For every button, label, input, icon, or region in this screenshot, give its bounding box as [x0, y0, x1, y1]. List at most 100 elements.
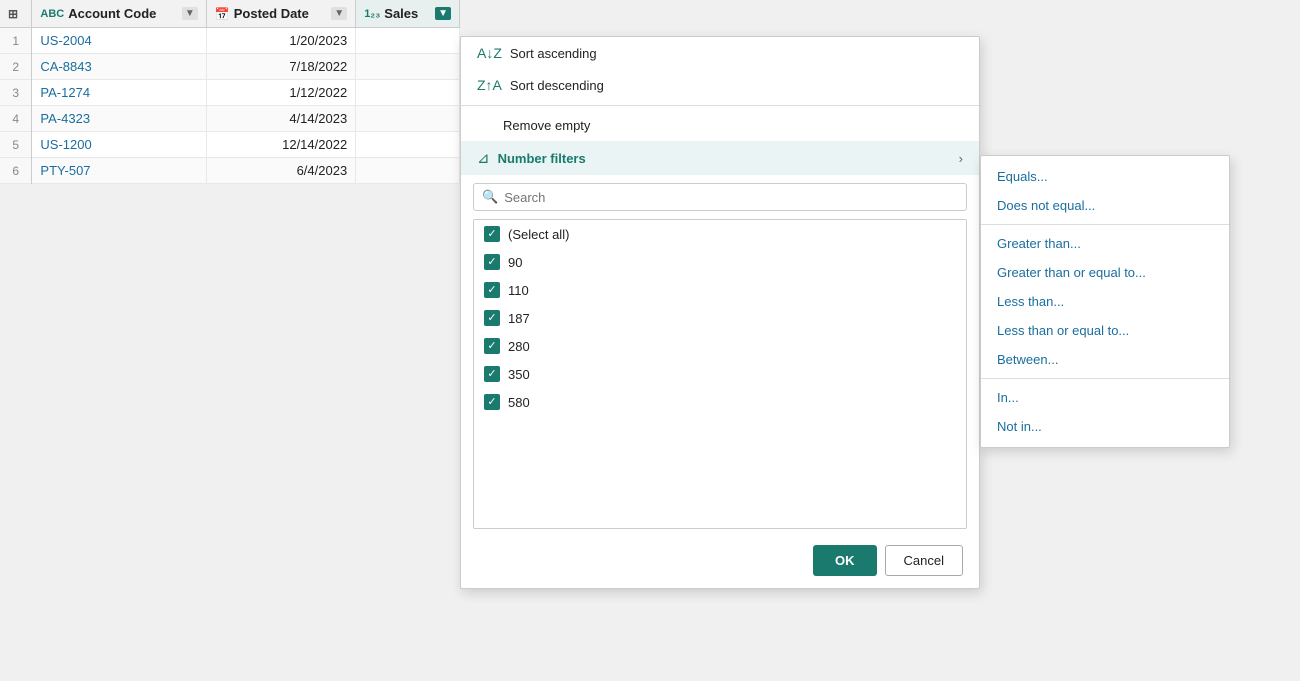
- data-table: ⊞ ABC Account Code ▼ 📅 Posted Date ▼: [0, 0, 460, 184]
- sort-descending-item[interactable]: Z↑A Sort descending: [461, 69, 979, 101]
- account-code-label: Account Code: [68, 6, 156, 21]
- table-row: 2 CA-8843 7/18/2022: [0, 54, 460, 80]
- account-code-cell: US-2004: [32, 28, 206, 54]
- checkbox-4[interactable]: ✓: [484, 338, 500, 354]
- row-number-header: ⊞: [0, 0, 32, 28]
- checkbox-item[interactable]: ✓ (Select all): [474, 220, 966, 248]
- submenu-item-7[interactable]: In...: [981, 383, 1229, 412]
- posted-date-header[interactable]: 📅 Posted Date ▼: [206, 0, 355, 28]
- check-icon: ✓: [487, 369, 496, 380]
- table-header-row: ⊞ ABC Account Code ▼ 📅 Posted Date ▼: [0, 0, 460, 28]
- sales-header[interactable]: 1₂₃ Sales ▼: [356, 0, 460, 28]
- checkbox-item[interactable]: ✓ 350: [474, 360, 966, 388]
- submenu-item-8[interactable]: Not in...: [981, 412, 1229, 441]
- sales-cell: [356, 132, 460, 158]
- checkbox-5[interactable]: ✓: [484, 366, 500, 382]
- submenu-divider: [981, 224, 1229, 225]
- checkbox-label: 350: [508, 367, 530, 382]
- checkbox-label: 110: [508, 283, 529, 298]
- sales-cell: [356, 28, 460, 54]
- submenu-divider: [981, 378, 1229, 379]
- submenu-item-5[interactable]: Less than or equal to...: [981, 316, 1229, 345]
- checkbox-item[interactable]: ✓ 90: [474, 248, 966, 276]
- checkbox-1[interactable]: ✓: [484, 254, 500, 270]
- checkbox-item[interactable]: ✓ 280: [474, 332, 966, 360]
- check-icon: ✓: [487, 397, 496, 408]
- submenu-item-6[interactable]: Between...: [981, 345, 1229, 374]
- checkbox-3[interactable]: ✓: [484, 310, 500, 326]
- sales-dropdown-arrow[interactable]: ▼: [435, 7, 451, 20]
- table-row: 3 PA-1274 1/12/2022: [0, 80, 460, 106]
- sort-desc-icon: Z↑A: [477, 77, 502, 93]
- sales-cell: [356, 106, 460, 132]
- sales-cell: [356, 54, 460, 80]
- posted-date-label: Posted Date: [234, 6, 309, 21]
- account-code-dropdown-arrow[interactable]: ▼: [182, 7, 198, 20]
- row-number: 2: [0, 54, 32, 80]
- sort-asc-icon: A↓Z: [477, 45, 502, 61]
- submenu-item-3[interactable]: Greater than or equal to...: [981, 258, 1229, 287]
- remove-empty-item[interactable]: Remove empty: [461, 110, 979, 141]
- account-code-cell: PA-4323: [32, 106, 206, 132]
- sort-descending-label: Sort descending: [510, 78, 604, 93]
- checkbox-label: 187: [508, 311, 530, 326]
- remove-empty-label: Remove empty: [503, 118, 590, 133]
- checkbox-label: 280: [508, 339, 530, 354]
- checkbox-6[interactable]: ✓: [484, 394, 500, 410]
- check-icon: ✓: [487, 341, 496, 352]
- sort-ascending-item[interactable]: A↓Z Sort ascending: [461, 37, 979, 69]
- submenu-item-2[interactable]: Greater than...: [981, 229, 1229, 258]
- checkbox-label: (Select all): [508, 227, 569, 242]
- account-code-cell: US-1200: [32, 132, 206, 158]
- search-input[interactable]: [504, 190, 958, 205]
- row-number: 1: [0, 28, 32, 54]
- number-type-icon: 1₂₃: [364, 8, 380, 20]
- row-number: 5: [0, 132, 32, 158]
- posted-date-dropdown-arrow[interactable]: ▼: [331, 7, 347, 20]
- number-filters-submenu: Equals...Does not equal... Greater than..…: [980, 155, 1230, 448]
- sales-label: Sales: [384, 6, 418, 21]
- sales-cell: [356, 158, 460, 184]
- table-row: 4 PA-4323 4/14/2023: [0, 106, 460, 132]
- number-filters-label: Number filters: [498, 151, 586, 166]
- checkbox-0[interactable]: ✓: [484, 226, 500, 242]
- divider-1: [461, 105, 979, 106]
- funnel-icon: ⊿: [477, 149, 490, 167]
- posted-date-cell: 12/14/2022: [206, 132, 355, 158]
- text-type-icon: ABC: [40, 8, 64, 20]
- sort-ascending-label: Sort ascending: [510, 46, 597, 61]
- submenu-item-0[interactable]: Equals...: [981, 162, 1229, 191]
- check-icon: ✓: [487, 313, 496, 324]
- checkbox-item[interactable]: ✓ 110: [474, 276, 966, 304]
- checkbox-list: ✓ (Select all) ✓ 90 ✓ 110 ✓ 187 ✓ 280 ✓ …: [473, 219, 967, 529]
- row-number: 6: [0, 158, 32, 184]
- posted-date-cell: 7/18/2022: [206, 54, 355, 80]
- table-row: 5 US-1200 12/14/2022: [0, 132, 460, 158]
- calendar-type-icon: 📅: [215, 7, 230, 21]
- posted-date-cell: 1/12/2022: [206, 80, 355, 106]
- account-code-cell: PTY-507: [32, 158, 206, 184]
- check-icon: ✓: [487, 257, 496, 268]
- checkbox-label: 90: [508, 255, 522, 270]
- checkbox-label: 580: [508, 395, 530, 410]
- checkbox-item[interactable]: ✓ 187: [474, 304, 966, 332]
- posted-date-cell: 1/20/2023: [206, 28, 355, 54]
- table-row: 6 PTY-507 6/4/2023: [0, 158, 460, 184]
- number-filters-item[interactable]: ⊿ Number filters ›: [461, 141, 979, 175]
- row-number: 3: [0, 80, 32, 106]
- account-code-cell: CA-8843: [32, 54, 206, 80]
- cancel-button[interactable]: Cancel: [885, 545, 963, 576]
- table-row: 1 US-2004 1/20/2023: [0, 28, 460, 54]
- button-row: OK Cancel: [461, 533, 979, 588]
- row-number: 4: [0, 106, 32, 132]
- grid-icon: ⊞: [8, 7, 18, 21]
- ok-button[interactable]: OK: [813, 545, 877, 576]
- number-filters-chevron: ›: [959, 151, 963, 166]
- check-icon: ✓: [487, 285, 496, 296]
- checkbox-2[interactable]: ✓: [484, 282, 500, 298]
- posted-date-cell: 6/4/2023: [206, 158, 355, 184]
- submenu-item-1[interactable]: Does not equal...: [981, 191, 1229, 220]
- checkbox-item[interactable]: ✓ 580: [474, 388, 966, 416]
- submenu-item-4[interactable]: Less than...: [981, 287, 1229, 316]
- account-code-header[interactable]: ABC Account Code ▼: [32, 0, 206, 28]
